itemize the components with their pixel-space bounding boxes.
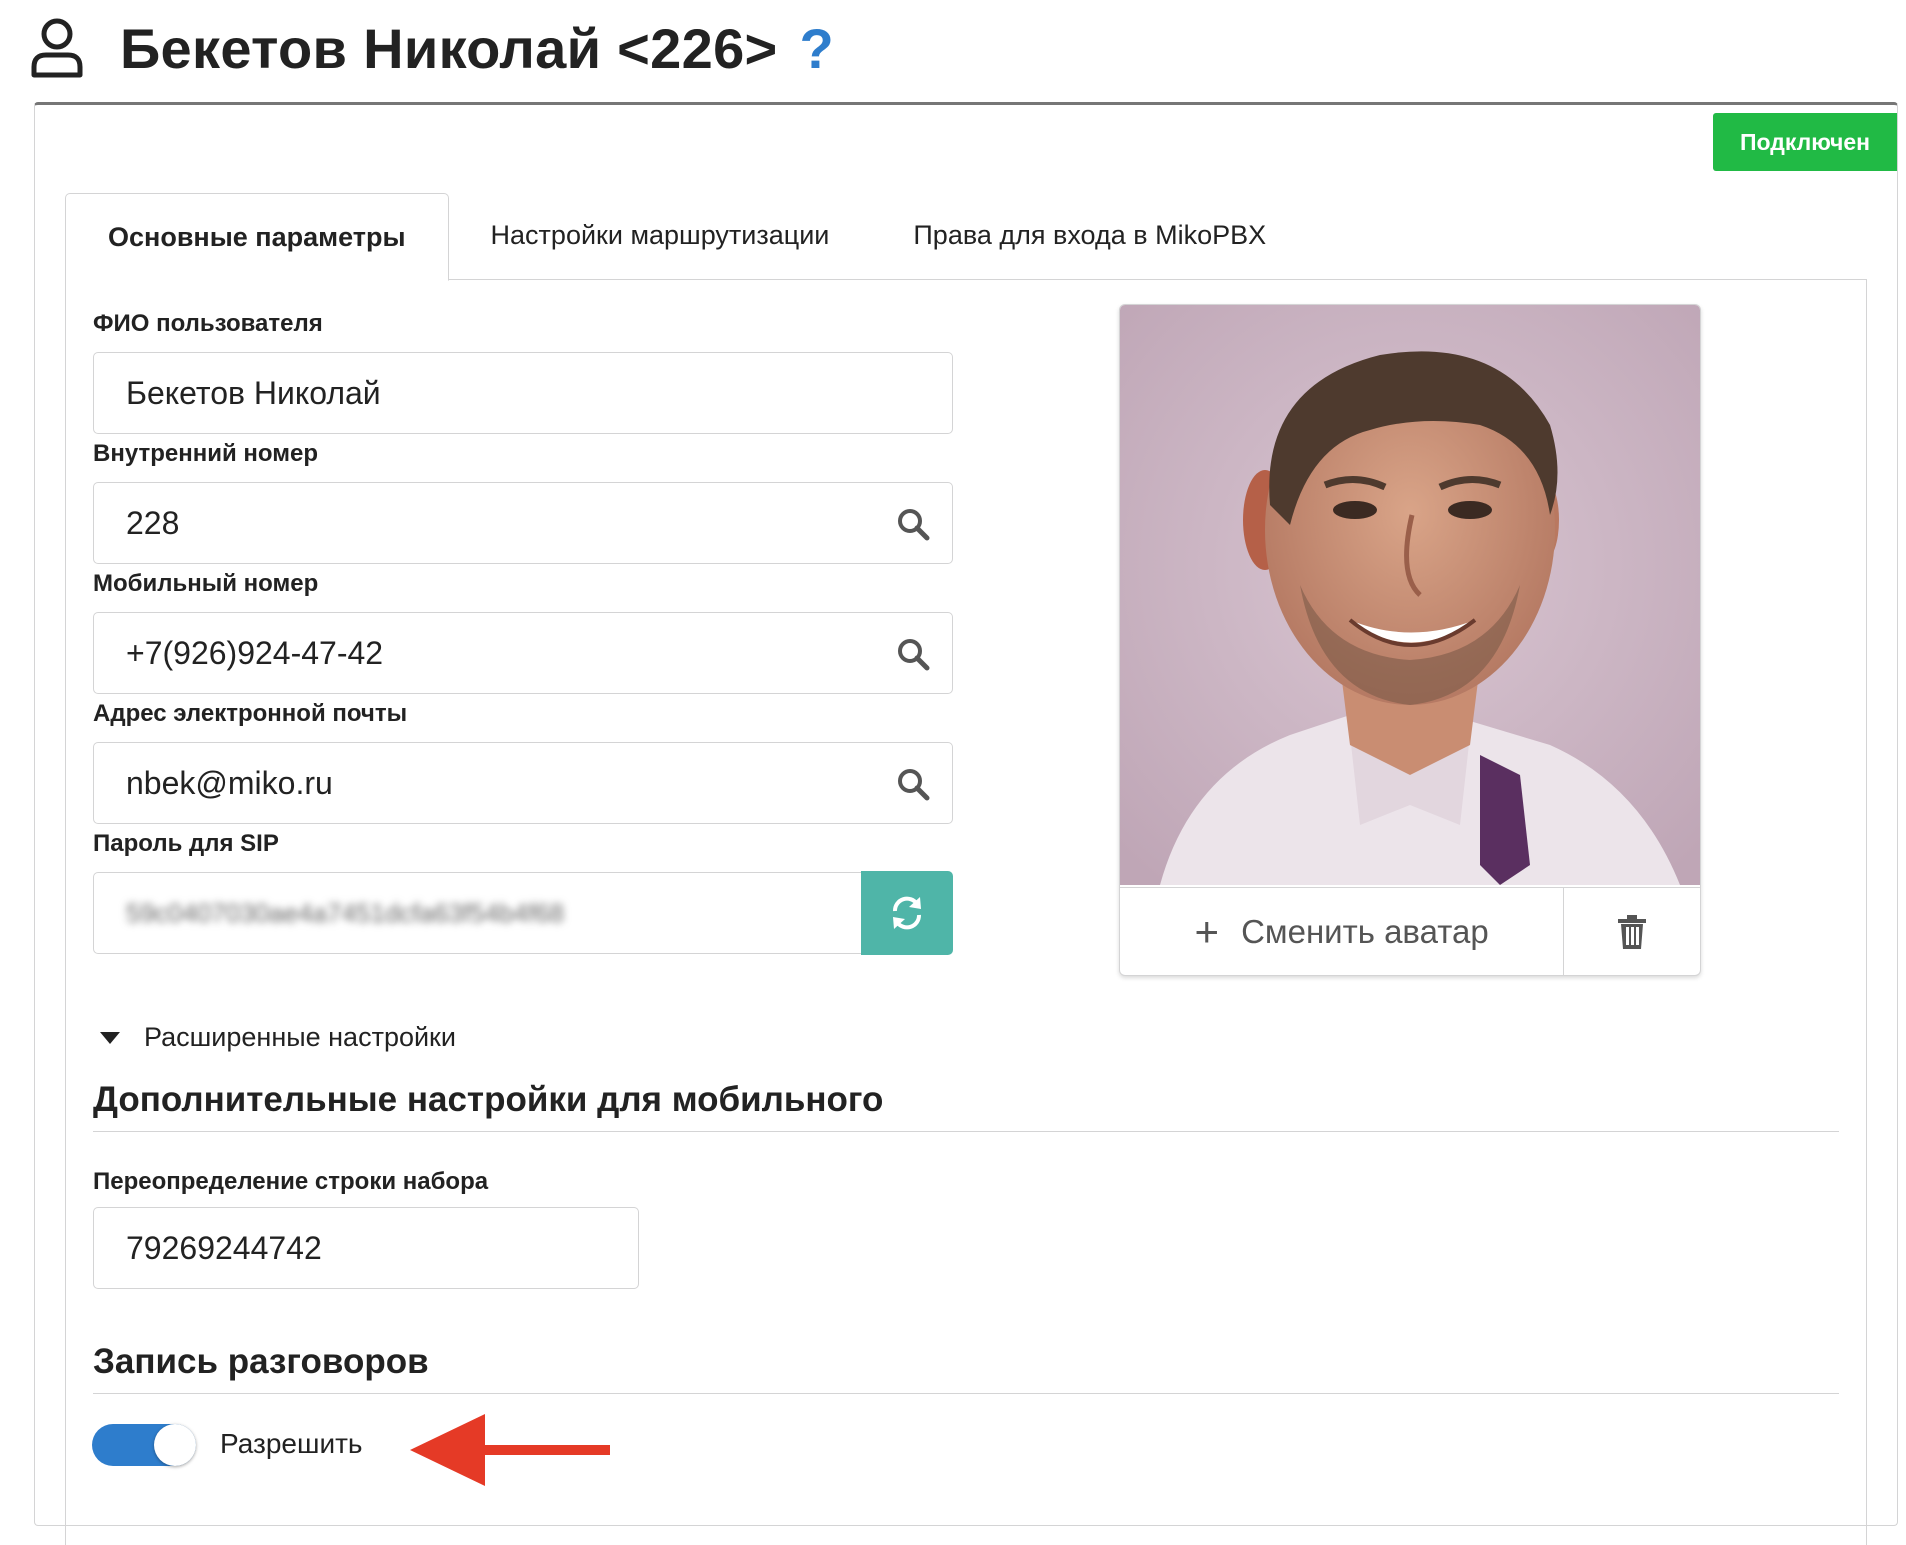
extension-label: Внутренний номер xyxy=(93,440,318,467)
plus-icon: + xyxy=(1194,908,1220,955)
help-icon[interactable]: ? xyxy=(800,16,834,81)
advanced-settings-toggle[interactable]: Расширенные настройки xyxy=(100,1022,456,1053)
divider xyxy=(93,1131,1839,1132)
mobile-input[interactable]: +7(926)924-47-42 xyxy=(93,612,953,694)
fio-value: Бекетов Николай xyxy=(126,374,381,411)
recording-toggle[interactable] xyxy=(92,1424,196,1466)
fio-label: ФИО пользователя xyxy=(93,310,323,337)
toggle-knob xyxy=(154,1424,196,1466)
avatar-photo xyxy=(1120,305,1700,885)
fio-input[interactable]: Бекетов Николай xyxy=(93,352,953,434)
caret-down-icon xyxy=(100,1031,120,1044)
dialstring-input[interactable]: 79269244742 xyxy=(93,1207,639,1289)
mobile-section-title: Дополнительные настройки для мобильного xyxy=(93,1080,884,1119)
dialstring-label: Переопределение строки набора xyxy=(93,1168,489,1195)
sip-password-value: 59c0407030ae4a7451dcfa63f54b4f68 xyxy=(126,897,565,928)
search-icon xyxy=(898,769,930,801)
page-title: Бекетов Николай <226> xyxy=(120,16,778,80)
change-avatar-button[interactable]: + Сменить аватар xyxy=(1120,888,1565,975)
avatar-card: + Сменить аватар xyxy=(1119,304,1701,976)
tab-menu: Основные параметры Настройки маршрутизац… xyxy=(65,193,1867,281)
advanced-settings-label: Расширенные настройки xyxy=(144,1022,456,1052)
refresh-icon xyxy=(892,896,922,930)
page-header: Бекетов Николай <226> ? xyxy=(30,8,834,88)
dialstring-value: 79269244742 xyxy=(126,1229,322,1266)
tab-general[interactable]: Основные параметры xyxy=(65,193,449,281)
extension-value: 228 xyxy=(126,504,180,541)
mobile-label: Мобильный номер xyxy=(93,570,319,597)
tab-routing[interactable]: Настройки маршрутизации xyxy=(449,193,872,278)
search-icon xyxy=(898,639,930,671)
sip-password-label: Пароль для SIP xyxy=(93,830,279,857)
email-label: Адрес электронной почты xyxy=(93,700,408,727)
recording-toggle-label: Разрешить xyxy=(220,1428,363,1459)
status-badge: Подключен xyxy=(1713,113,1897,171)
search-icon xyxy=(898,509,930,541)
avatar-buttons: + Сменить аватар xyxy=(1120,887,1700,975)
email-value: nbek@miko.ru xyxy=(126,764,333,801)
change-avatar-label: Сменить аватар xyxy=(1241,913,1489,950)
sip-password-input[interactable]: 59c0407030ae4a7451dcfa63f54b4f68 xyxy=(93,872,863,954)
extension-input[interactable]: 228 xyxy=(93,482,953,564)
mobile-value: +7(926)924-47-42 xyxy=(126,634,384,671)
annotation-arrow-icon xyxy=(410,1414,610,1486)
divider xyxy=(93,1393,1839,1394)
email-input[interactable]: nbek@miko.ru xyxy=(93,742,953,824)
delete-avatar-button[interactable] xyxy=(1564,888,1700,975)
generate-password-button[interactable] xyxy=(861,871,953,955)
trash-icon xyxy=(1618,915,1647,949)
user-icon xyxy=(31,18,83,78)
tab-web-access[interactable]: Права для входа в MikoPBX xyxy=(871,193,1308,278)
recording-section-title: Запись разговоров xyxy=(93,1342,429,1381)
